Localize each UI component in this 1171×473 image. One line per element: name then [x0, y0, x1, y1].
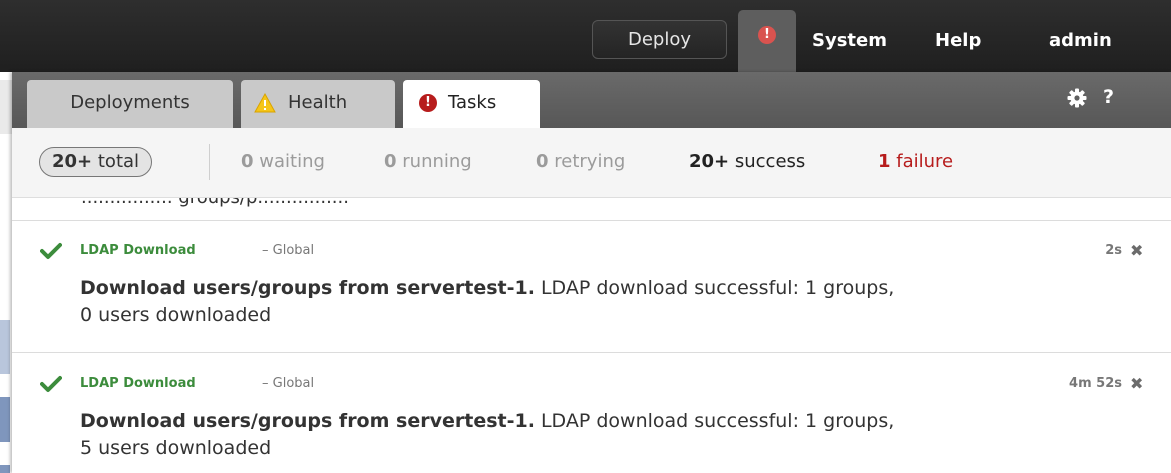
- running-label: running: [402, 151, 472, 172]
- total-label: total: [97, 151, 140, 172]
- checkmark-icon: [40, 243, 62, 259]
- tab-health-label: Health: [288, 92, 348, 113]
- system-menu[interactable]: System: [812, 30, 887, 52]
- background-item: [0, 320, 10, 374]
- failure-filter[interactable]: 1 failure: [878, 150, 953, 174]
- task-title: Download users/groups from servertest-1.: [80, 410, 535, 432]
- running-count: 0: [384, 151, 397, 172]
- error-circle-icon: !: [419, 94, 437, 112]
- tab-tasks-label: Tasks: [448, 92, 497, 113]
- background-header-band: [0, 80, 12, 134]
- notifications-panel: Deployments Health ! Tasks ? 20+ total 0…: [12, 72, 1171, 473]
- failure-label: failure: [896, 151, 954, 172]
- failure-count: 1: [878, 151, 891, 172]
- background-page: [0, 72, 12, 473]
- success-label: success: [734, 151, 806, 172]
- truncated-task-text: ................ groups/p...............…: [81, 198, 349, 209]
- retrying-filter[interactable]: 0 retrying: [536, 150, 625, 174]
- task-message: Download users/groups from servertest-1.…: [80, 275, 900, 329]
- alerts-tab[interactable]: !: [738, 10, 796, 72]
- tab-deployments[interactable]: Deployments: [27, 80, 233, 128]
- success-filter[interactable]: 20+ success: [689, 150, 805, 174]
- tab-health[interactable]: Health: [241, 80, 395, 128]
- summary-divider: [209, 144, 210, 180]
- background-item: [0, 397, 10, 442]
- warning-triangle-icon: [254, 93, 276, 113]
- waiting-count: 0: [241, 151, 254, 172]
- running-filter[interactable]: 0 running: [384, 150, 472, 174]
- user-menu[interactable]: admin: [1049, 30, 1112, 52]
- task-list[interactable]: ................ groups/p...............…: [12, 198, 1171, 473]
- task-elapsed-time: 4m 52s: [1069, 376, 1122, 391]
- task-scope: – Global: [262, 376, 315, 391]
- close-icon[interactable]: ✖: [1130, 242, 1143, 260]
- close-icon[interactable]: ✖: [1130, 375, 1143, 393]
- task-type: LDAP Download: [80, 376, 196, 391]
- task-message: Download users/groups from servertest-1.…: [80, 408, 900, 462]
- panel-tab-bar: Deployments Health ! Tasks ?: [12, 72, 1171, 128]
- task-row[interactable]: LDAP Download – Global 2s ✖ Download use…: [12, 221, 1171, 353]
- tab-tasks[interactable]: ! Tasks: [403, 80, 540, 128]
- list-item: ................ groups/p...............…: [12, 198, 1171, 221]
- task-summary-bar: 20+ total 0 waiting 0 running 0 retrying…: [12, 128, 1171, 198]
- task-type: LDAP Download: [80, 243, 196, 258]
- background-item: [0, 465, 10, 473]
- gear-icon[interactable]: [1067, 88, 1087, 108]
- question-icon[interactable]: ?: [1103, 86, 1114, 108]
- retrying-count: 0: [536, 151, 549, 172]
- task-scope: – Global: [262, 243, 315, 258]
- waiting-label: waiting: [259, 151, 325, 172]
- retrying-label: retrying: [554, 151, 626, 172]
- top-navigation-bar: Deploy ! System Help admin: [0, 0, 1171, 72]
- waiting-filter[interactable]: 0 waiting: [241, 150, 325, 174]
- checkmark-icon: [40, 376, 62, 392]
- task-elapsed-time: 2s: [1105, 243, 1122, 258]
- exclamation-circle-icon: !: [758, 26, 776, 44]
- task-row[interactable]: LDAP Download – Global 4m 52s ✖ Download…: [12, 354, 1171, 473]
- total-filter[interactable]: 20+ total: [39, 147, 153, 177]
- success-count: 20+: [689, 151, 730, 172]
- deploy-button[interactable]: Deploy: [592, 20, 727, 59]
- help-menu[interactable]: Help: [935, 30, 981, 52]
- total-count: 20+: [52, 151, 93, 172]
- task-title: Download users/groups from servertest-1.: [80, 277, 535, 299]
